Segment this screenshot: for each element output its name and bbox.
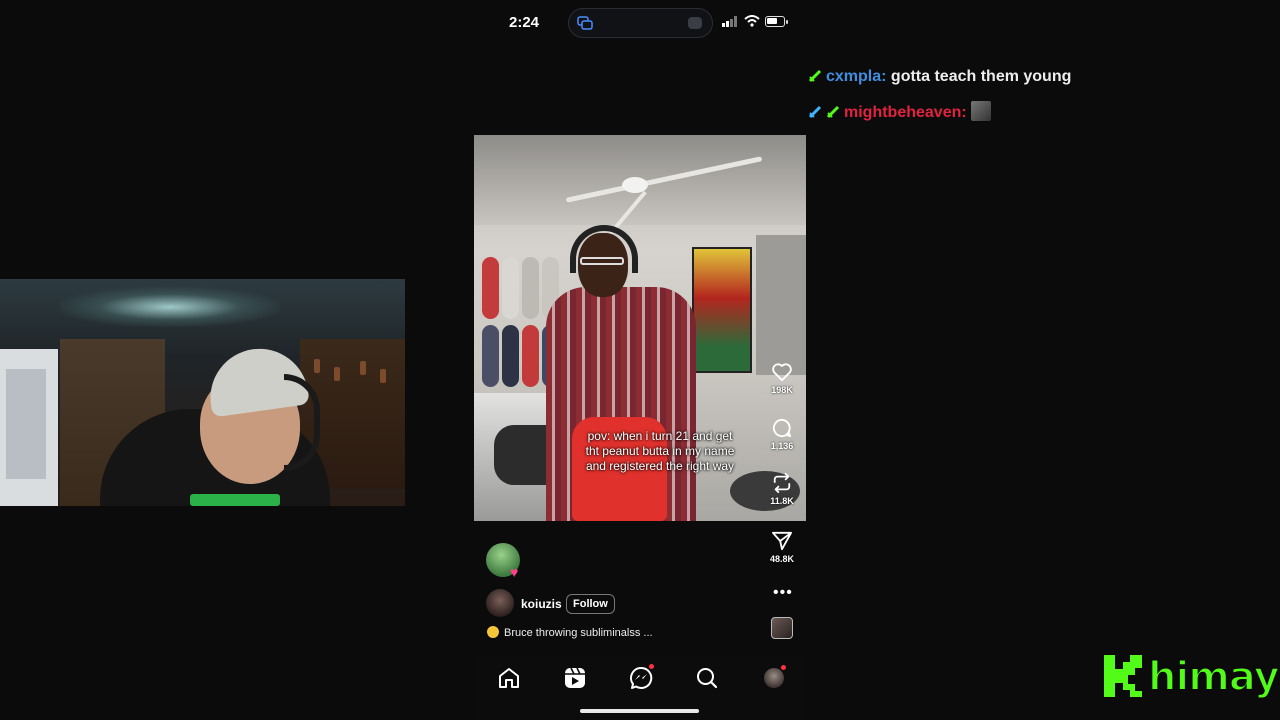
chat-username[interactable]: mightbeheaven: bbox=[844, 104, 967, 121]
video-caption: pov: when i turn 21 and get tht peanut b… bbox=[585, 429, 735, 473]
person-glasses bbox=[580, 257, 624, 265]
notification-dot bbox=[649, 664, 654, 669]
channel-watermark: himay bbox=[1147, 653, 1280, 701]
status-time: 2:24 bbox=[509, 14, 540, 31]
ceiling-fan-hub bbox=[622, 177, 648, 193]
sad-face-emoji-icon bbox=[487, 626, 499, 638]
shelf-item bbox=[334, 367, 340, 381]
repost-button[interactable]: 11.8K bbox=[762, 473, 802, 506]
recording-chip bbox=[688, 17, 702, 29]
signal-icon bbox=[722, 16, 737, 27]
streamer-webcam bbox=[0, 279, 405, 506]
repost-icon bbox=[773, 473, 791, 493]
post-caption-row[interactable]: Bruce throwing subliminalss ... bbox=[487, 626, 653, 639]
like-count: 198K bbox=[771, 385, 793, 395]
comment-button[interactable]: 1,136 bbox=[762, 418, 802, 451]
dynamic-island bbox=[568, 8, 713, 38]
share-count: 48.8K bbox=[769, 554, 795, 564]
chat-message: cxmpla: gotta teach them young bbox=[808, 68, 1071, 86]
wifi-icon bbox=[744, 15, 760, 27]
sword-badge-icon bbox=[808, 69, 822, 83]
joker-poster bbox=[692, 247, 752, 373]
follow-button[interactable]: Follow bbox=[566, 594, 615, 614]
kick-logo-icon bbox=[1102, 653, 1144, 699]
reels-icon[interactable] bbox=[562, 665, 588, 691]
shelf-item bbox=[380, 369, 386, 383]
messenger-button[interactable] bbox=[628, 664, 654, 691]
creator-username[interactable]: koiuzis bbox=[521, 597, 562, 611]
share-button[interactable]: 48.8K bbox=[762, 531, 802, 564]
profile-avatar[interactable] bbox=[764, 665, 786, 688]
more-options-icon[interactable]: ••• bbox=[773, 584, 793, 602]
skateboard-deck bbox=[522, 325, 539, 387]
sword-badge-icon bbox=[808, 105, 822, 119]
sword-badge-icon bbox=[826, 105, 840, 119]
skateboard-deck bbox=[522, 257, 539, 319]
video-door bbox=[756, 235, 806, 375]
notification-dot bbox=[781, 665, 786, 670]
ceiling-light bbox=[60, 287, 280, 327]
shelf-item bbox=[360, 361, 366, 375]
skateboard-deck bbox=[502, 257, 519, 319]
person-head bbox=[578, 233, 628, 297]
send-icon bbox=[772, 531, 792, 551]
like-button[interactable]: 198K bbox=[762, 362, 802, 395]
screen-mirror-icon bbox=[577, 16, 593, 30]
skateboard-deck bbox=[502, 325, 519, 387]
chat-text: gotta teach them young bbox=[890, 68, 1072, 85]
heart-icon bbox=[772, 363, 792, 382]
audio-thumbnail[interactable] bbox=[771, 617, 793, 639]
home-icon[interactable] bbox=[496, 665, 522, 691]
chat-message: mightbeheaven: bbox=[808, 101, 991, 122]
heart-sticker-icon: ♥ bbox=[510, 564, 519, 580]
pc-panel bbox=[6, 369, 46, 479]
repost-count: 11.8K bbox=[770, 496, 794, 506]
creator-avatar[interactable] bbox=[486, 589, 514, 617]
search-icon[interactable] bbox=[694, 665, 720, 691]
post-caption-text: Bruce throwing subliminalss ... bbox=[504, 627, 653, 639]
skateboard-deck bbox=[482, 325, 499, 387]
chat-username[interactable]: cxmpla: bbox=[826, 68, 886, 85]
chat-emote-icon bbox=[970, 101, 991, 121]
shelf-item bbox=[314, 359, 320, 373]
home-indicator[interactable] bbox=[580, 709, 699, 713]
battery-icon bbox=[765, 16, 788, 27]
comment-count: 1,136 bbox=[770, 441, 794, 451]
skateboard-deck bbox=[482, 257, 499, 319]
shirt-print bbox=[190, 494, 280, 506]
comment-icon bbox=[772, 418, 792, 438]
